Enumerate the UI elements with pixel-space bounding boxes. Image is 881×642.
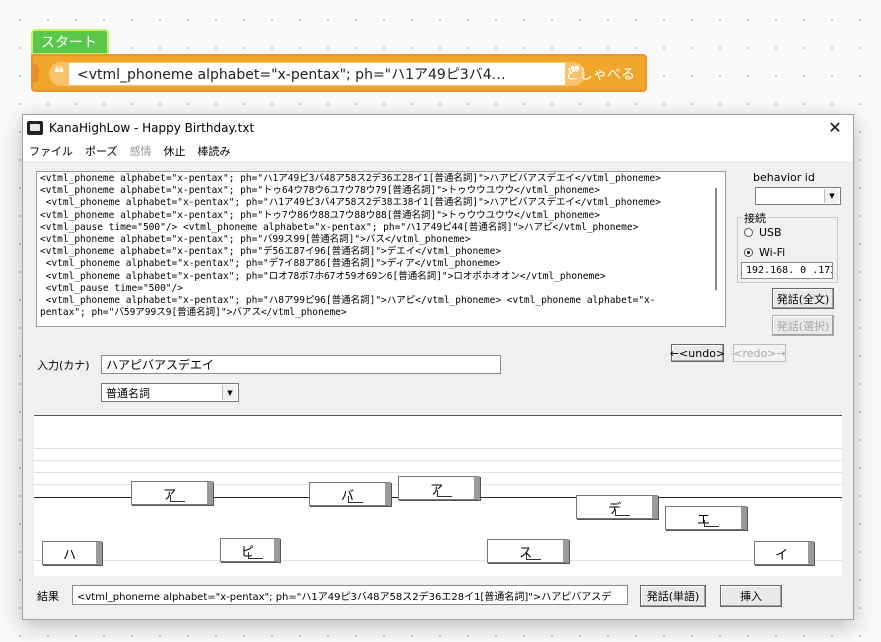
editor-line: pentax"; ph="バ59ア99ス9[普通名詞]">バアス</vtml_p… [40,307,347,319]
start-block-label: スタート [41,35,97,51]
kanahighlow-window: KanaHighLow - Happy Birthday.txt ✕ ファイル … [22,114,854,620]
editor-line: <vtml_phoneme alphabet="x-pentax"; ph="ハ… [40,295,656,307]
menu-pause[interactable]: ポーズ [79,143,123,159]
editor-line: <vtml_phoneme alphabet="x-pentax"; ph="ハ… [40,197,661,209]
menu-bar: ファイル ポーズ 感情 休止 棒読み [23,141,853,161]
pitch-editor-canvas[interactable]: ハアピバアスデエイ [34,415,842,576]
string-block[interactable]: ❝ <vtml_phoneme alphabet="x-pentax"; ph=… [49,62,585,86]
pitch-marker [347,496,363,503]
chevron-down-icon: ▼ [824,189,839,203]
kana-input-label: 入力(カナ) [37,359,90,372]
editor-line: <vtml_pause time="500"/> <vtml_phoneme a… [40,221,639,233]
menu-rest[interactable]: 休止 [157,143,191,159]
pitch-kana-label: ハ [62,547,76,563]
insert-button[interactable]: 挿入 [720,585,782,607]
editor-line: <vtml_phoneme alphabet="x-pentax"; ph="ト… [40,185,600,197]
editor-line: <vtml_pause time="500"/> [40,282,183,294]
string-value-field[interactable]: <vtml_phoneme alphabet="x-pentax"; ph="ハ… [69,63,565,85]
app-icon [27,121,43,135]
pitch-block-6[interactable]: ス [487,539,569,563]
pitch-marker [169,495,185,502]
editor-text[interactable]: <vtml_phoneme alphabet="x-pentax"; ph="ハ… [40,173,710,319]
connection-legend: 接続 [742,210,768,226]
ip-address-field[interactable]: 192.168. 0 .173 [741,262,833,279]
editor-line: <vtml_phoneme alphabet="x-pentax"; ph="デ… [40,258,501,270]
grid-line [34,560,842,561]
say-block[interactable]: ❝ <vtml_phoneme alphabet="x-pentax"; ph=… [31,54,647,92]
vtml-editor[interactable]: <vtml_phoneme alphabet="x-pentax"; ph="ハ… [36,171,726,327]
pitch-marker [525,553,541,560]
editor-line: <vtml_phoneme alphabet="x-pentax"; ph="ロ… [40,270,606,282]
pitch-block-2[interactable]: ア [131,481,213,505]
close-button[interactable]: ✕ [823,117,847,139]
pitch-marker [436,490,452,497]
start-block[interactable]: スタート [31,29,109,55]
undo-button[interactable]: ←<undo> [670,344,725,362]
editor-line: <vtml_phoneme alphabet="x-pentax"; ph="ト… [40,209,600,221]
wifi-label: Wi-Fi [759,246,786,259]
pitch-kana-label: イ [774,547,788,563]
pitch-block-7[interactable]: デ [576,495,658,519]
connection-group: 接続 USB Wi-Fi 192.168. 0 .173 [737,210,838,283]
pitch-marker [703,520,719,527]
result-field[interactable]: <vtml_phoneme alphabet="x-pentax"; ph="ハ… [72,585,628,605]
pitch-marker [247,552,263,559]
part-of-speech-select[interactable]: 普通名詞 ▼ [101,383,239,402]
block-notch [31,64,39,82]
behavior-id-select[interactable]: ▼ [755,187,841,205]
editor-scrollbar[interactable] [710,174,723,324]
menu-file[interactable]: ファイル [23,143,79,159]
menu-emotion[interactable]: 感情 [123,143,157,159]
wifi-radio-icon[interactable] [744,248,753,257]
result-label: 結果 [37,590,59,603]
speak-selection-button[interactable]: 発話(選択) [772,315,834,336]
editor-line: <vtml_phoneme alphabet="x-pentax"; ph="ハ… [40,173,661,184]
say-action-label: としゃべる [565,67,635,83]
menu-monotone[interactable]: 棒読み [191,143,236,159]
part-of-speech-value: 普通名詞 [106,386,150,400]
pitch-block-9[interactable]: イ [754,541,814,565]
scroll-thumb[interactable] [715,188,717,290]
usb-label: USB [759,226,782,239]
window-title: KanaHighLow - Happy Birthday.txt [49,121,255,135]
editor-line: <vtml_phoneme alphabet="x-pentax"; ph="バ… [40,234,471,246]
grid-line [34,448,842,449]
pitch-block-8[interactable]: エ [665,506,747,530]
usb-radio-icon[interactable] [744,228,753,237]
pitch-block-5[interactable]: ア [398,476,480,500]
editor-line: <vtml_phoneme alphabet="x-pentax"; ph="デ… [40,246,502,258]
grid-line [34,472,842,473]
wifi-radio[interactable]: Wi-Fi [744,246,785,259]
pitch-marker [614,509,630,516]
quote-open-icon: ❝ [53,63,65,84]
pitch-block-1[interactable]: ハ [42,541,102,565]
grid-line [34,460,842,461]
title-bar[interactable]: KanaHighLow - Happy Birthday.txt ✕ [23,115,853,141]
chevron-down-icon: ▼ [222,385,237,400]
behavior-id-label: behavior id [753,171,815,184]
usb-radio[interactable]: USB [744,226,782,239]
speak-all-button[interactable]: 発話(全文) [772,288,834,309]
redo-button[interactable]: <redo>→ [733,344,786,362]
pitch-block-3[interactable]: ピ [220,538,280,562]
pitch-block-4[interactable]: バ [309,482,391,506]
kana-input-field[interactable]: ハアピバアスデエイ [101,355,501,374]
speak-word-button[interactable]: 発話(単語) [640,585,706,607]
